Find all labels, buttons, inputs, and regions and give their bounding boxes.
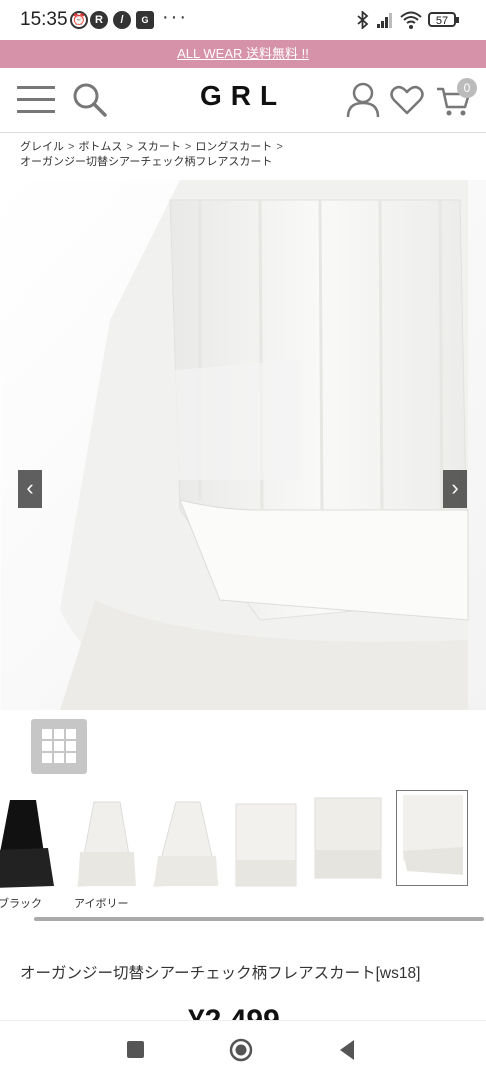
thumbnail-image (314, 797, 382, 879)
home-icon[interactable] (229, 1038, 253, 1062)
breadcrumb-item[interactable]: グレイル (20, 141, 64, 153)
thumbnail-scrollbar[interactable] (34, 917, 484, 921)
breadcrumb-item[interactable]: スカート (137, 141, 181, 153)
thumbnail-image (403, 795, 463, 875)
breadcrumb-separator: > (184, 141, 192, 153)
next-image-button[interactable]: › (443, 470, 467, 508)
grid-view-button[interactable] (31, 719, 87, 774)
thumbnail-image (77, 801, 136, 887)
promo-banner-link[interactable]: ALL WEAR 送料無料 !! (177, 46, 309, 61)
signal-icon (377, 13, 392, 28)
thumbnail-image (153, 801, 219, 887)
wifi-icon (400, 11, 422, 29)
breadcrumb-separator: > (276, 141, 283, 153)
chevron-right-icon: › (451, 475, 459, 500)
thumbnail-label: アイボリー (74, 898, 129, 910)
thumbnail-image (235, 803, 297, 887)
bluetooth-icon (357, 11, 369, 29)
breadcrumb-separator: > (68, 141, 75, 153)
thumbnail-label: ブラック (0, 898, 42, 910)
thumbnail-image (0, 800, 54, 888)
prev-image-button[interactable]: ‹ (18, 470, 42, 508)
app-g-icon: G (136, 11, 154, 29)
app-slash-icon: / (113, 11, 131, 29)
battery-icon: 57 (428, 12, 459, 27)
breadcrumb-item[interactable]: ロングスカート (195, 141, 272, 153)
product-title: オーガンジー切替シアーチェック柄フレアスカート[ws18] (20, 965, 421, 982)
breadcrumb-item[interactable]: ボトムス (78, 141, 122, 153)
breadcrumb-separator: > (126, 141, 133, 153)
grid-icon (42, 729, 76, 763)
thumbnail-black[interactable]: ブラック (0, 790, 58, 910)
more-notifications-icon: ··· (162, 6, 188, 28)
breadcrumb-current: オーガンジー切替シアーチェック柄フレアスカート (20, 156, 273, 168)
back-icon[interactable] (338, 1039, 356, 1061)
thumbnail-5[interactable] (313, 790, 383, 890)
user-icon[interactable] (346, 82, 380, 118)
thumbnail-strip: ブラック アイボリー (0, 790, 486, 930)
promo-banner[interactable]: ALL WEAR 送料無料 !! (0, 40, 486, 68)
thumbnail-4[interactable] (232, 790, 302, 890)
alarm-icon: ⏰ (70, 11, 88, 29)
chevron-left-icon: ‹ (26, 475, 34, 500)
thumbnail-ivory[interactable]: アイボリー (72, 790, 142, 910)
product-main-image[interactable] (0, 180, 486, 710)
thumbnail-3[interactable] (152, 790, 222, 890)
app-r-icon: R (90, 11, 108, 29)
status-bar: 15:35 ⏰ R / G ··· 57 (0, 0, 486, 40)
recent-apps-icon[interactable] (127, 1041, 144, 1058)
skirt-image (0, 180, 486, 710)
thumbnail-6-selected[interactable] (396, 790, 468, 886)
breadcrumb: グレイル > ボトムス > スカート > ロングスカート > オーガンジー切替シアーチェック柄… (20, 140, 470, 170)
cart-count-badge: 0 (457, 78, 477, 98)
site-header: GRL 0 (0, 68, 486, 133)
heart-icon[interactable] (390, 85, 424, 115)
system-nav-bar (0, 1020, 486, 1081)
status-time: 15:35 (20, 9, 68, 30)
